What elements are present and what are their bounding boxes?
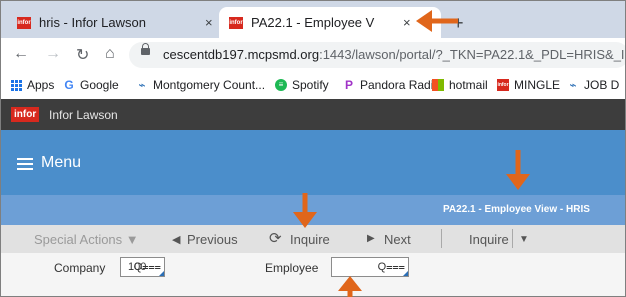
company-label: Company (54, 261, 106, 275)
previous-button[interactable]: Previous (187, 232, 238, 247)
lock-icon (141, 43, 150, 55)
windows-icon (432, 79, 444, 91)
infor-logo: infor (11, 107, 40, 122)
close-icon[interactable]: × (205, 15, 213, 30)
toolbar-divider (441, 229, 442, 248)
url-text: cescentdb197.mcpsmd.org:1443/lawson/port… (163, 47, 625, 62)
lookup-icon[interactable]: Q⩶ (378, 261, 405, 274)
previous-arrow-icon[interactable]: ◀ (172, 233, 180, 246)
browser-toolbar: ← → ↻ ⌂ cescentdb197.mcpsmd.org:1443/law… (1, 38, 625, 72)
employee-field[interactable]: Q⩶ (331, 257, 409, 277)
menu-button[interactable]: Menu (41, 154, 81, 172)
company-field[interactable]: 100 Q⩶ (120, 257, 165, 277)
bookmark-job[interactable]: ⌁ JOB D (567, 78, 619, 92)
browser-tab-pa22[interactable]: infor PA22.1 - Employee View - HRIS - × (219, 7, 441, 38)
menu-bar: Menu (1, 130, 625, 195)
lookup-icon[interactable]: Q⩶ (134, 261, 161, 274)
county-icon: ⌁ (138, 78, 146, 92)
page-title-bar: PA22.1 - Employee View - HRIS (1, 195, 625, 225)
bookmark-montgomery[interactable]: ⌁ Montgomery Count... (136, 78, 265, 92)
pandora-icon: P (344, 78, 353, 92)
tab-title: PA22.1 - Employee View - HRIS - (251, 15, 375, 30)
infor-favicon-icon: infor (229, 16, 243, 29)
forward-arrow-icon[interactable]: → (45, 45, 61, 63)
hamburger-menu-icon[interactable] (17, 158, 33, 170)
new-tab-button[interactable]: + (453, 13, 464, 34)
tab-title: hris - Infor Lawson (39, 15, 146, 30)
bookmark-google[interactable]: G Google (63, 78, 118, 92)
bookmark-spotify[interactable]: ≡ Spotify (275, 78, 329, 92)
infor-icon: infor (497, 79, 509, 91)
bookmark-apps[interactable]: Apps (11, 78, 54, 92)
next-arrow-icon[interactable]: ▶ (367, 233, 375, 244)
inquire-button[interactable]: Inquire (290, 232, 330, 247)
browser-tab-strip: infor hris - Infor Lawson × infor PA22.1… (1, 1, 625, 38)
action-toolbar: Special Actions ▼ ◀ Previous ⟳ Inquire ▶… (1, 225, 625, 253)
bookmark-hotmail[interactable]: hotmail (432, 78, 488, 92)
apps-grid-icon (11, 79, 22, 91)
google-icon: G (64, 78, 74, 92)
infor-header: infor Infor Lawson (1, 99, 625, 130)
browser-tab-hris[interactable]: infor hris - Infor Lawson × (9, 7, 215, 38)
spotify-icon: ≡ (275, 79, 287, 91)
employee-label: Employee (265, 261, 319, 275)
chevron-down-icon[interactable]: ▼ (519, 234, 529, 245)
bookmark-pandora[interactable]: P Pandora Radio (343, 78, 440, 92)
reload-icon[interactable]: ↻ (76, 45, 89, 65)
screenshot-frame: infor hris - Infor Lawson × infor PA22.1… (0, 0, 626, 297)
inquire-search-icon[interactable]: ⟳ (269, 229, 282, 247)
page-title: PA22.1 - Employee View - HRIS (443, 204, 590, 215)
inquire-dropdown-button[interactable]: Inquire (469, 232, 509, 247)
next-button[interactable]: Next (384, 232, 411, 247)
toolbar-divider (512, 229, 513, 248)
back-arrow-icon[interactable]: ← (13, 45, 29, 63)
app-title: Infor Lawson (49, 108, 118, 122)
form-area: Company 100 Q⩶ Employee Q⩶ (1, 253, 625, 296)
address-bar[interactable]: cescentdb197.mcpsmd.org:1443/lawson/port… (129, 42, 625, 68)
bookmark-mingle[interactable]: infor MINGLE (497, 78, 560, 92)
close-icon[interactable]: × (403, 15, 411, 30)
infor-favicon-icon: infor (17, 16, 31, 29)
home-icon[interactable]: ⌂ (105, 45, 115, 63)
bookmarks-bar: Apps G Google ⌁ Montgomery Count... ≡ Sp… (1, 72, 625, 100)
county-icon: ⌁ (569, 78, 577, 92)
special-actions-button[interactable]: Special Actions ▼ (34, 232, 139, 247)
